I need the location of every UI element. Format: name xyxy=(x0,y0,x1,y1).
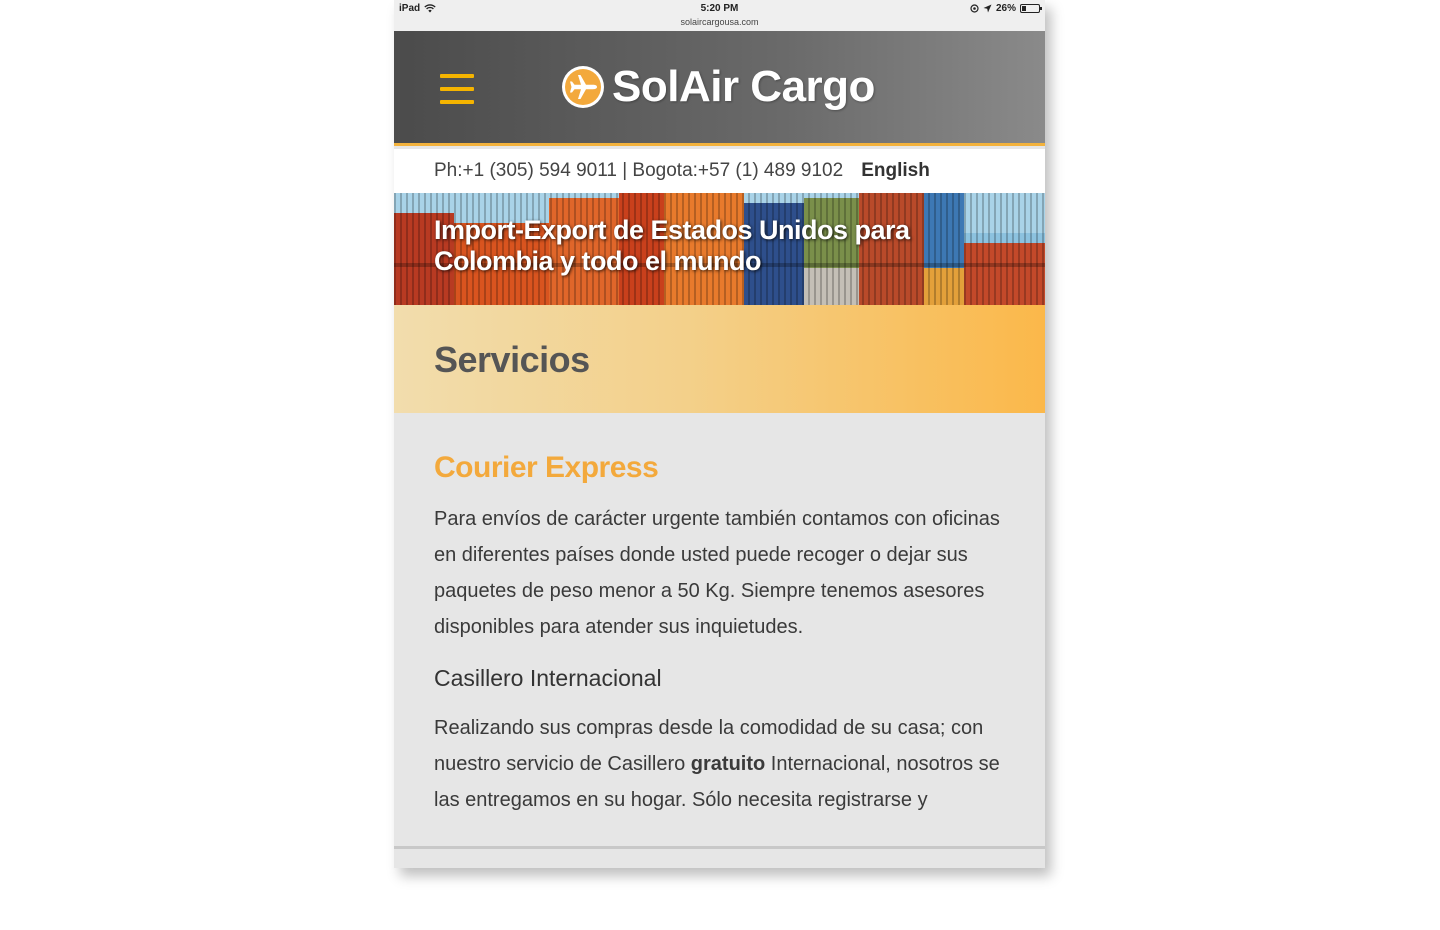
service-description: Para envíos de carácter urgente también … xyxy=(434,508,1000,638)
service-subheading: Casillero Internacional xyxy=(434,665,662,691)
site-header: SolAir Cargo xyxy=(394,31,1045,146)
service-heading: Courier Express xyxy=(434,451,659,484)
ipad-screen: iPad 5:20 PM solaircargousa.com 26% SolA… xyxy=(394,0,1045,868)
section-banner: Servicios xyxy=(394,305,1045,413)
phone-numbers: Ph:+1 (305) 594 9011 | Bogota:+57 (1) 48… xyxy=(434,160,844,181)
hero-title: Import-Export de Estados Unidos para Col… xyxy=(434,215,910,276)
casillero-description: Realizando sus compras desde la comodida… xyxy=(434,710,1014,818)
airplane-logo-icon xyxy=(562,66,604,108)
battery-percent: 26% xyxy=(995,3,1016,14)
contact-bar: Ph:+1 (305) 594 9011 | Bogota:+57 (1) 48… xyxy=(394,149,1045,193)
brand-name: SolAir Cargo xyxy=(612,62,875,111)
status-right: 26% xyxy=(970,3,1042,14)
menu-icon[interactable] xyxy=(440,72,474,106)
hero-banner: Import-Export de Estados Unidos para Col… xyxy=(394,193,1045,305)
page-title: Servicios xyxy=(434,339,590,380)
main-content: Courier Express Para envíos de carácter … xyxy=(434,413,1014,818)
address-url[interactable]: solaircargousa.com xyxy=(394,17,1045,27)
brand-logo[interactable]: SolAir Cargo xyxy=(560,61,875,113)
status-time: 5:20 PM xyxy=(700,3,739,14)
location-arrow-icon xyxy=(983,4,992,13)
casillero-text-bold: gratuito xyxy=(690,753,766,775)
battery-icon xyxy=(1020,4,1042,13)
orientation-lock-icon xyxy=(970,4,979,13)
bottom-toolbar-area xyxy=(394,849,1045,868)
status-bar: iPad 5:20 PM solaircargousa.com 26% xyxy=(394,0,1045,31)
language-switch-link[interactable]: English xyxy=(861,160,930,182)
